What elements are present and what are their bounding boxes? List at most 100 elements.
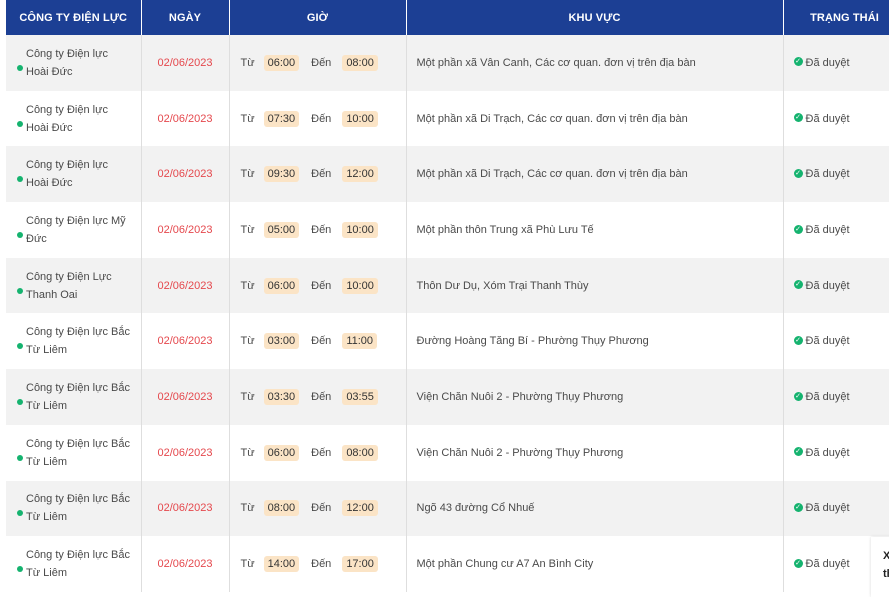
status-cell: ✓ Đã duyệt bbox=[783, 369, 889, 425]
unit-cell: Công ty Điện Lực Thanh Oai bbox=[6, 257, 142, 314]
status-dot-icon bbox=[17, 176, 23, 183]
status-text: Đã duyệt bbox=[805, 446, 850, 459]
check-circle-icon: ✓ bbox=[793, 57, 803, 67]
unit-name-line1: Công ty Điện lực bbox=[26, 103, 108, 116]
check-circle-icon: ✓ bbox=[793, 168, 803, 178]
from-label: Từ bbox=[240, 558, 255, 571]
side-popup[interactable]: X th bbox=[871, 537, 889, 597]
status-cell: ✓ Đã duyệt bbox=[783, 480, 889, 537]
from-label: Từ bbox=[240, 335, 255, 348]
start-time-chip: 08:00 bbox=[263, 500, 300, 517]
area-cell: Thôn Dư Dụ, Xóm Trại Thanh Thùy bbox=[406, 257, 784, 314]
unit-cell: Công ty Điện lực Hoài Đức bbox=[6, 146, 142, 203]
table-row[interactable]: Công ty Điện lực Hoài Đức 02/06/2023 Từ 09:3… bbox=[6, 146, 889, 203]
area-cell: Viện Chăn Nuôi 2 - Phường Thụy Phương bbox=[406, 424, 784, 481]
date-cell: 02/06/2023 bbox=[141, 146, 230, 203]
side-popup-line1: X bbox=[883, 550, 889, 562]
to-label: Đến bbox=[311, 279, 332, 292]
check-circle-icon: ✓ bbox=[793, 335, 803, 345]
check-circle-icon: ✓ bbox=[793, 113, 803, 123]
status-dot-icon bbox=[17, 566, 23, 573]
status-cell: ✓ Đã duyệt bbox=[783, 35, 889, 91]
unit-name-line2: Thanh Oai bbox=[26, 288, 78, 301]
unit-name-line2: Hoài Đức bbox=[26, 65, 73, 78]
unit-cell: Công ty Điện lực Hoài Đức bbox=[6, 35, 142, 91]
status-dot-icon bbox=[17, 231, 23, 238]
from-label: Từ bbox=[240, 446, 255, 459]
to-label: Đến bbox=[311, 56, 332, 69]
check-circle-icon: ✓ bbox=[793, 391, 803, 401]
start-time-chip: 05:00 bbox=[263, 221, 300, 238]
area-cell: Viện Chăn Nuôi 2 - Phường Thụy Phương bbox=[406, 369, 784, 425]
table-row[interactable]: Công ty Điện lực Bắc Từ Liêm 02/06/2023 Từ 0… bbox=[6, 313, 889, 370]
check-circle-icon: ✓ bbox=[793, 224, 803, 234]
outage-schedule-table: CÔNG TY ĐIỆN LỰC NGÀY GIỜ KHU VỰC TRẠNG … bbox=[6, 0, 889, 592]
unit-name-line2: Hoài Đức bbox=[26, 121, 73, 134]
start-time-chip: 06:00 bbox=[263, 277, 300, 294]
end-time-chip: 10:00 bbox=[342, 277, 378, 294]
area-cell: Một phần xã Di Trạch, Các cơ quan. đơn v… bbox=[406, 90, 784, 147]
time-cell: Từ 14:00 Đến 17:00 bbox=[229, 536, 407, 592]
check-circle-icon: ✓ bbox=[793, 280, 803, 290]
area-cell: Một phần thôn Trung xã Phù Lưu Tế bbox=[406, 202, 784, 258]
to-label: Đến bbox=[311, 223, 332, 236]
table-row[interactable]: Công ty Điện lực Bắc Từ Liêm 02/06/2023 Từ 0… bbox=[6, 424, 889, 481]
unit-cell: Công ty Điện lực Bắc Từ Liêm bbox=[6, 369, 142, 425]
table-row[interactable]: Công ty Điện lực Hoài Đức 02/06/2023 Từ 06:0… bbox=[6, 35, 889, 91]
table-header-row: CÔNG TY ĐIỆN LỰC NGÀY GIỜ KHU VỰC TRẠNG … bbox=[6, 0, 889, 35]
unit-cell: Công ty Điện lực Bắc Từ Liêm bbox=[6, 480, 142, 537]
date-cell: 02/06/2023 bbox=[141, 369, 230, 425]
end-time-chip: 11:00 bbox=[342, 333, 378, 350]
unit-name-line2: Từ Liêm bbox=[26, 455, 67, 468]
unit-name-line2: Từ Liêm bbox=[26, 344, 67, 357]
check-circle-icon: ✓ bbox=[793, 558, 803, 568]
start-time-chip: 06:00 bbox=[263, 444, 300, 461]
table-row[interactable]: Công ty Điện lực Hoài Đức 02/06/2023 Từ 07:3… bbox=[6, 90, 889, 147]
from-label: Từ bbox=[240, 502, 255, 515]
status-text: Đã duyệt bbox=[805, 168, 850, 181]
from-label: Từ bbox=[240, 390, 255, 403]
time-cell: Từ 07:30 Đến 10:00 bbox=[229, 90, 407, 147]
table-row[interactable]: Công ty Điện Lực Thanh Oai 02/06/2023 Từ 06:… bbox=[6, 257, 889, 314]
check-circle-icon: ✓ bbox=[793, 502, 803, 512]
start-time-chip: 14:00 bbox=[263, 556, 300, 573]
status-text: Đã duyệt bbox=[805, 56, 850, 69]
time-cell: Từ 09:30 Đến 12:00 bbox=[229, 146, 407, 203]
header-status: TRẠNG THÁI bbox=[783, 0, 889, 35]
table-row[interactable]: Công ty Điện lực Mỹ Đức 02/06/2023 Từ 05:00 Đ… bbox=[6, 202, 889, 258]
date-cell: 02/06/2023 bbox=[141, 313, 230, 370]
unit-name-line1: Công ty Điện lực bbox=[26, 47, 108, 60]
to-label: Đến bbox=[311, 502, 332, 515]
unit-name-line1: Công ty Điện lực Bắc bbox=[26, 381, 130, 394]
unit-name-line2: Hoài Đức bbox=[26, 177, 73, 190]
table-row[interactable]: Công ty Điện lực Bắc Từ Liêm 02/06/2023 Từ 0… bbox=[6, 369, 889, 425]
header-unit: CÔNG TY ĐIỆN LỰC bbox=[6, 0, 142, 35]
time-cell: Từ 03:30 Đến 03:55 bbox=[229, 369, 407, 425]
from-label: Từ bbox=[240, 168, 255, 181]
outage-table-wrapper: CÔNG TY ĐIỆN LỰC NGÀY GIỜ KHU VỰC TRẠNG … bbox=[6, 0, 889, 592]
status-dot-icon bbox=[17, 287, 23, 294]
table-row[interactable]: Công ty Điện lực Bắc Từ Liêm 02/06/2023 Từ 0… bbox=[6, 480, 889, 537]
time-cell: Từ 06:00 Đến 08:00 bbox=[229, 424, 407, 481]
status-cell: ✓ Đã duyệt bbox=[783, 146, 889, 203]
end-time-chip: 08:00 bbox=[342, 54, 378, 71]
unit-cell: Công ty Điện lực Bắc Từ Liêm bbox=[6, 424, 142, 481]
time-cell: Từ 05:00 Đến 10:00 bbox=[229, 202, 407, 258]
to-label: Đến bbox=[311, 335, 332, 348]
date-cell: 02/06/2023 bbox=[141, 202, 230, 258]
time-cell: Từ 08:00 Đến 12:00 bbox=[229, 480, 407, 537]
unit-name-line1: Công ty Điện lực Mỹ bbox=[26, 214, 126, 227]
to-label: Đến bbox=[311, 446, 332, 459]
from-label: Từ bbox=[240, 223, 255, 236]
date-cell: 02/06/2023 bbox=[141, 424, 230, 481]
table-row[interactable]: Công ty Điện lực Bắc Từ Liêm 02/06/2023 Từ 1… bbox=[6, 536, 889, 592]
from-label: Từ bbox=[240, 112, 255, 125]
time-cell: Từ 06:00 Đến 08:00 bbox=[229, 35, 407, 91]
status-cell: ✓ Đã duyệt bbox=[783, 313, 889, 370]
area-cell: Một phần Chung cư A7 An Bình City bbox=[406, 536, 784, 592]
status-dot-icon bbox=[17, 454, 23, 461]
end-time-chip: 03:55 bbox=[342, 388, 378, 405]
unit-name-line2: Từ Liêm bbox=[26, 399, 67, 412]
unit-name-line2: Từ Liêm bbox=[26, 567, 67, 580]
time-cell: Từ 06:00 Đến 10:00 bbox=[229, 257, 407, 314]
